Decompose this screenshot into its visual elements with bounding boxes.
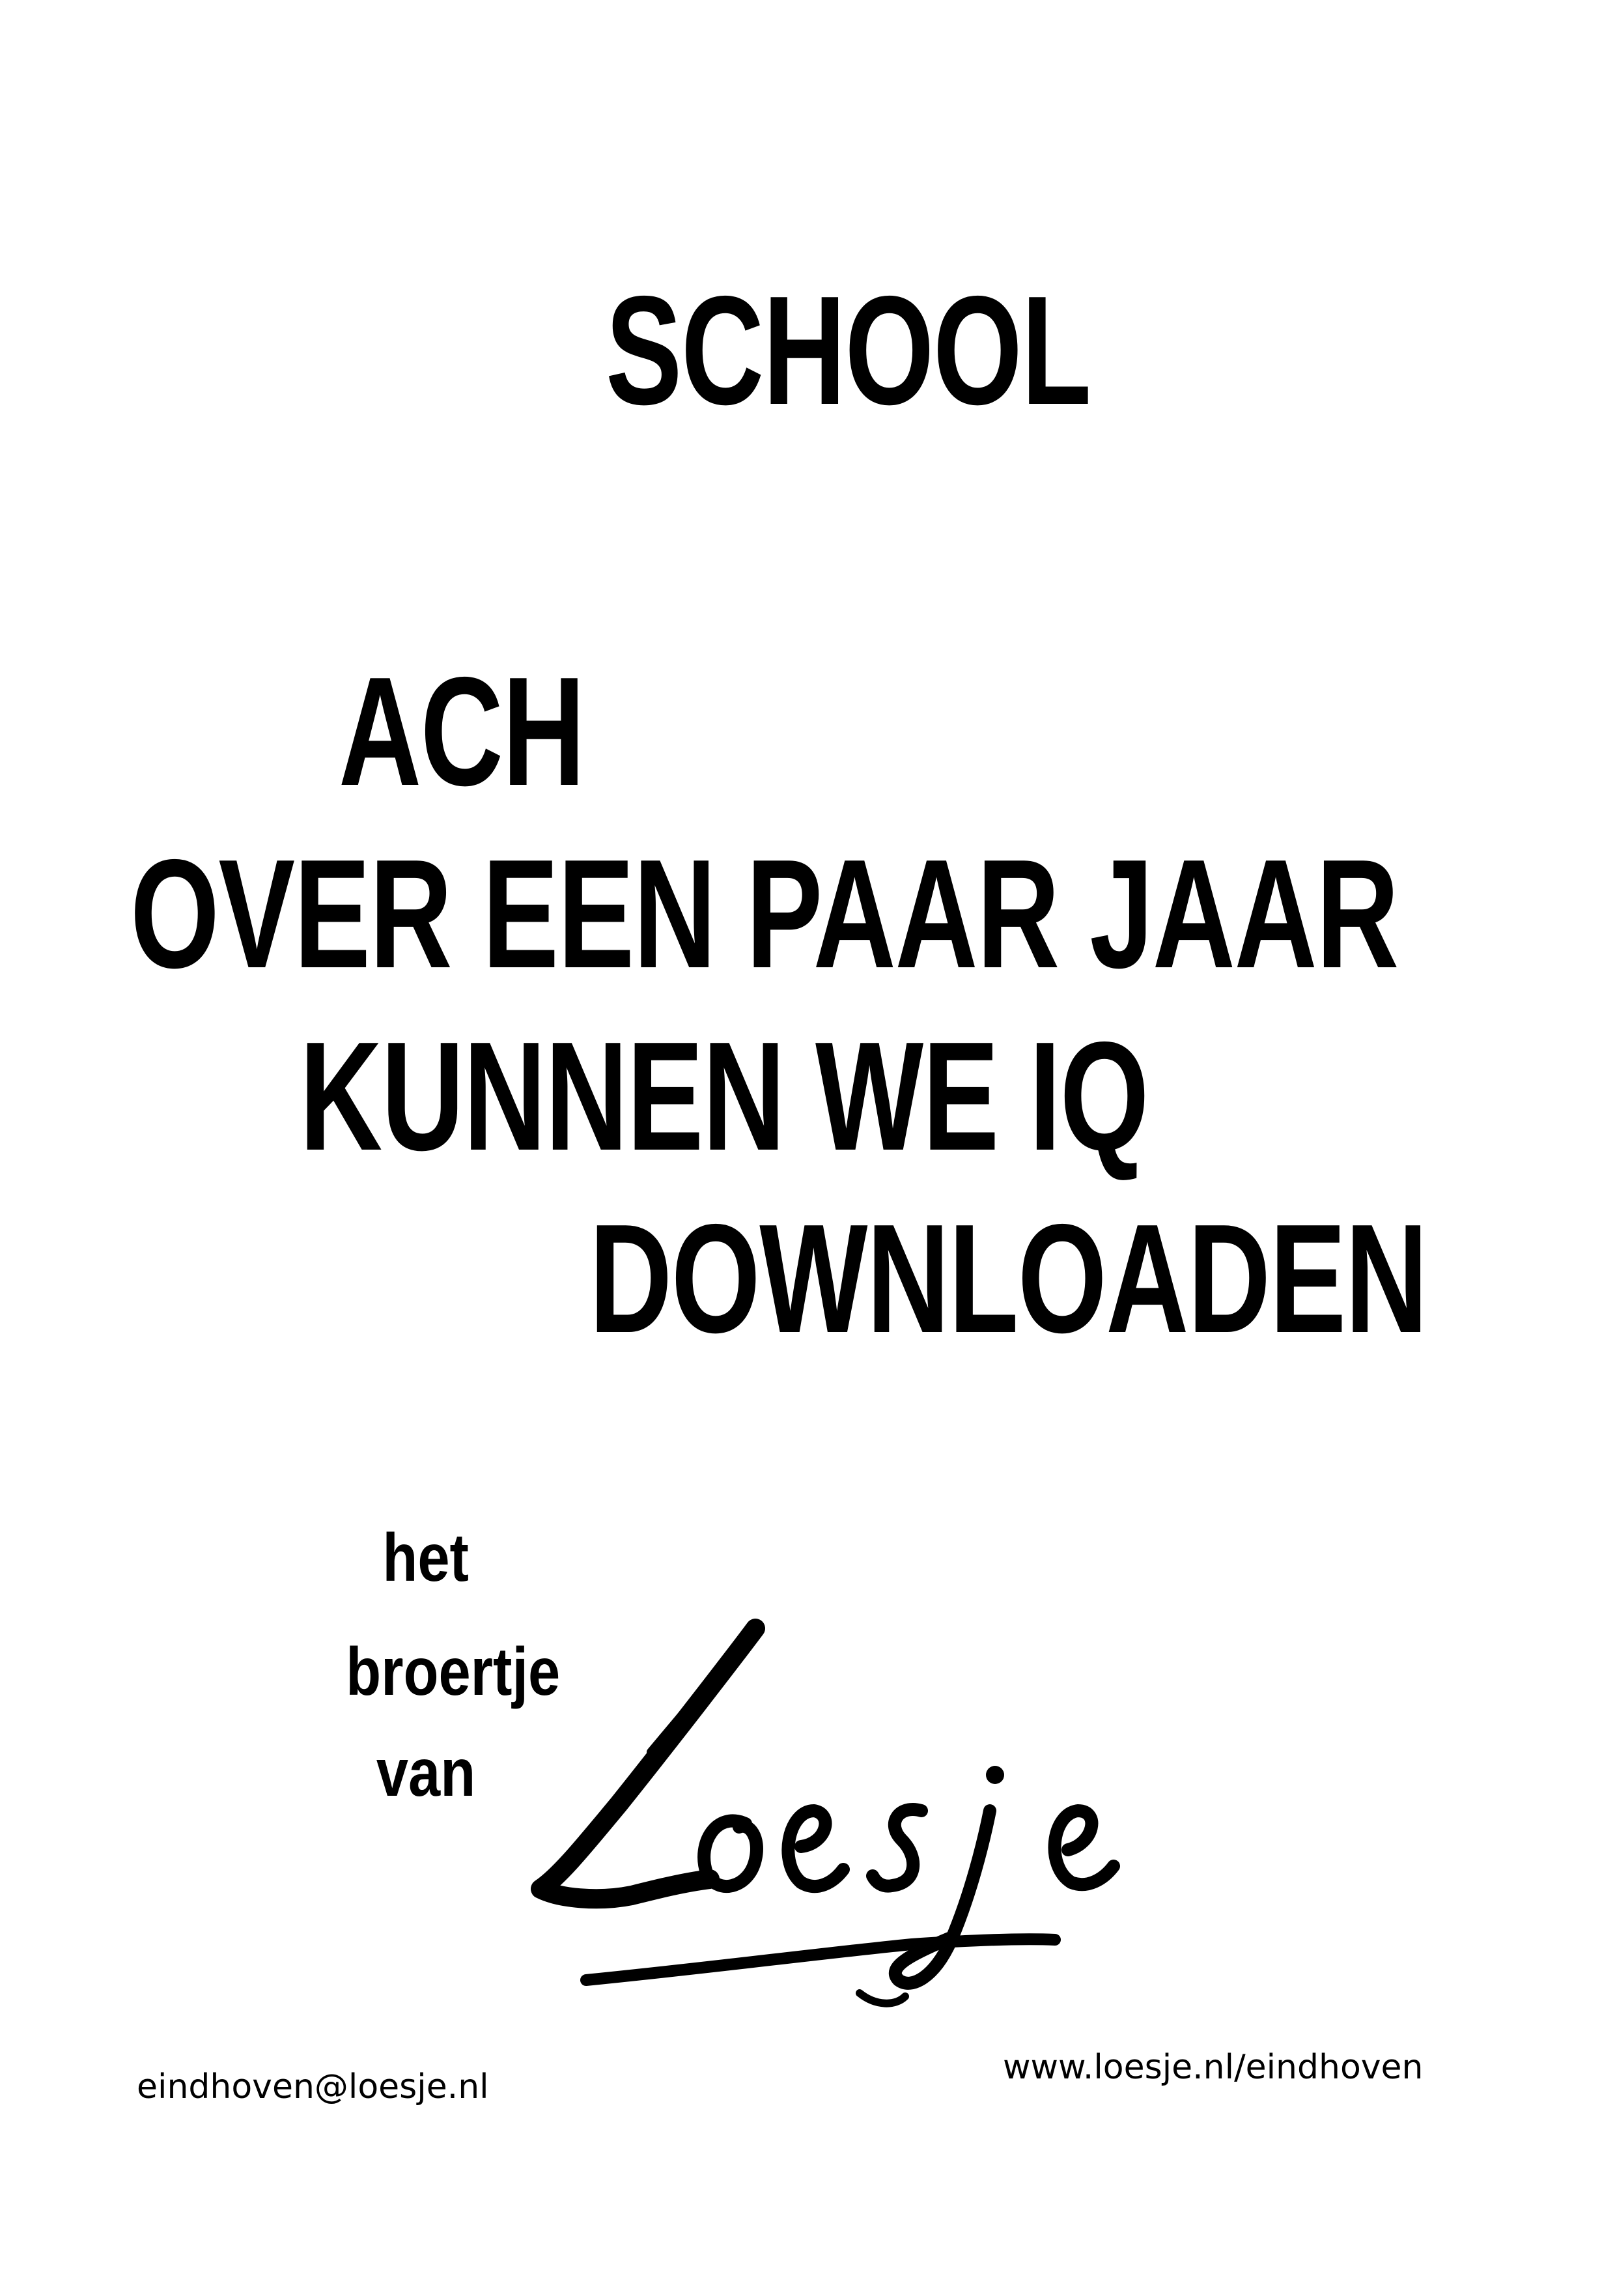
headline-line-3: KUNNEN WE IQ bbox=[300, 1010, 1149, 1183]
signoff-line-1: het bbox=[382, 1520, 469, 1596]
footer-email: eindhoven@loesje.nl bbox=[137, 2067, 489, 2106]
headline-line-2: OVER EEN PAAR JAAR bbox=[130, 828, 1399, 1000]
loesje-signature-logo bbox=[531, 1619, 1120, 2007]
footer-url: www.loesje.nl/eindhoven bbox=[1003, 2048, 1424, 2087]
signoff-line-3: van bbox=[376, 1735, 475, 1811]
poster-title: SCHOOL bbox=[606, 264, 1091, 437]
headline-line-4: DOWNLOADEN bbox=[589, 1193, 1428, 1365]
headline-line-1: ACH bbox=[339, 645, 585, 818]
